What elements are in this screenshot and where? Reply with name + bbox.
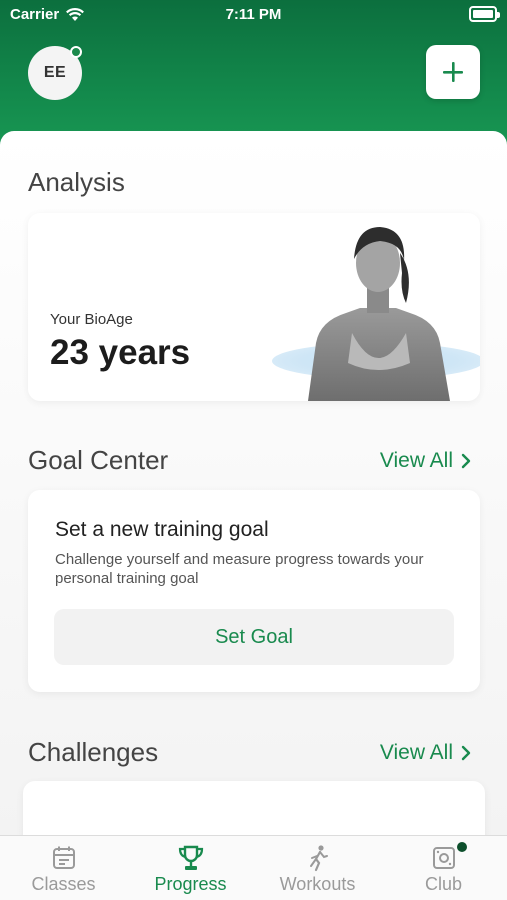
club-icon bbox=[432, 847, 455, 869]
club-notification-dot bbox=[456, 842, 467, 852]
avatar-status-dot bbox=[70, 46, 82, 58]
avatar-initials: EE bbox=[43, 64, 67, 81]
tab-workouts-label: Workouts bbox=[279, 874, 356, 894]
challenges-title: Challenges bbox=[28, 737, 159, 767]
main-content[interactable]: Analysis Your BioAge 23 years Goal Cente… bbox=[0, 131, 507, 835]
tab-progress[interactable]: Progress bbox=[127, 836, 254, 900]
analysis-title: Analysis bbox=[28, 167, 125, 197]
plus-icon bbox=[443, 62, 463, 82]
challenges-view-all-link[interactable]: View All bbox=[380, 741, 471, 765]
goal-center-title: Goal Center bbox=[28, 445, 169, 475]
calendar-icon bbox=[52, 846, 75, 869]
bioage-label: Your BioAge bbox=[50, 311, 133, 328]
chevron-right-icon bbox=[461, 745, 471, 761]
challenges-card[interactable] bbox=[23, 781, 485, 835]
tab-progress-label: Progress bbox=[154, 874, 227, 894]
goal-card-description: Challenge yourself and measure progress … bbox=[55, 551, 424, 587]
status-time: 7:11 PM bbox=[225, 6, 282, 23]
view-all-label: View All bbox=[379, 741, 453, 764]
battery-icon bbox=[469, 6, 500, 22]
trophy-icon bbox=[178, 845, 203, 870]
tab-club-label: Club bbox=[424, 874, 463, 894]
avatar[interactable]: EE bbox=[28, 46, 82, 100]
athlete-image bbox=[250, 213, 480, 401]
tab-bar: Classes Progress Workouts Club bbox=[0, 835, 507, 900]
runner-icon bbox=[309, 845, 328, 872]
tab-workouts[interactable]: Workouts bbox=[254, 836, 381, 900]
tab-club[interactable]: Club bbox=[380, 836, 507, 900]
goal-center-view-all-link[interactable]: View All bbox=[380, 449, 471, 473]
bioage-card[interactable]: Your BioAge 23 years bbox=[28, 213, 480, 401]
bioage-value: 23 years bbox=[50, 333, 191, 372]
tab-classes-label: Classes bbox=[31, 874, 96, 894]
set-goal-button[interactable]: Set Goal bbox=[54, 609, 454, 665]
tab-classes[interactable]: Classes bbox=[0, 836, 127, 900]
goal-card-heading: Set a new training goal bbox=[55, 518, 269, 541]
goal-card: Set a new training goal Challenge yourse… bbox=[28, 490, 480, 692]
chevron-right-icon bbox=[461, 453, 471, 469]
add-button[interactable] bbox=[426, 45, 480, 99]
view-all-label: View All bbox=[379, 449, 453, 472]
status-bar: Carrier 7:11 PM bbox=[0, 0, 507, 30]
